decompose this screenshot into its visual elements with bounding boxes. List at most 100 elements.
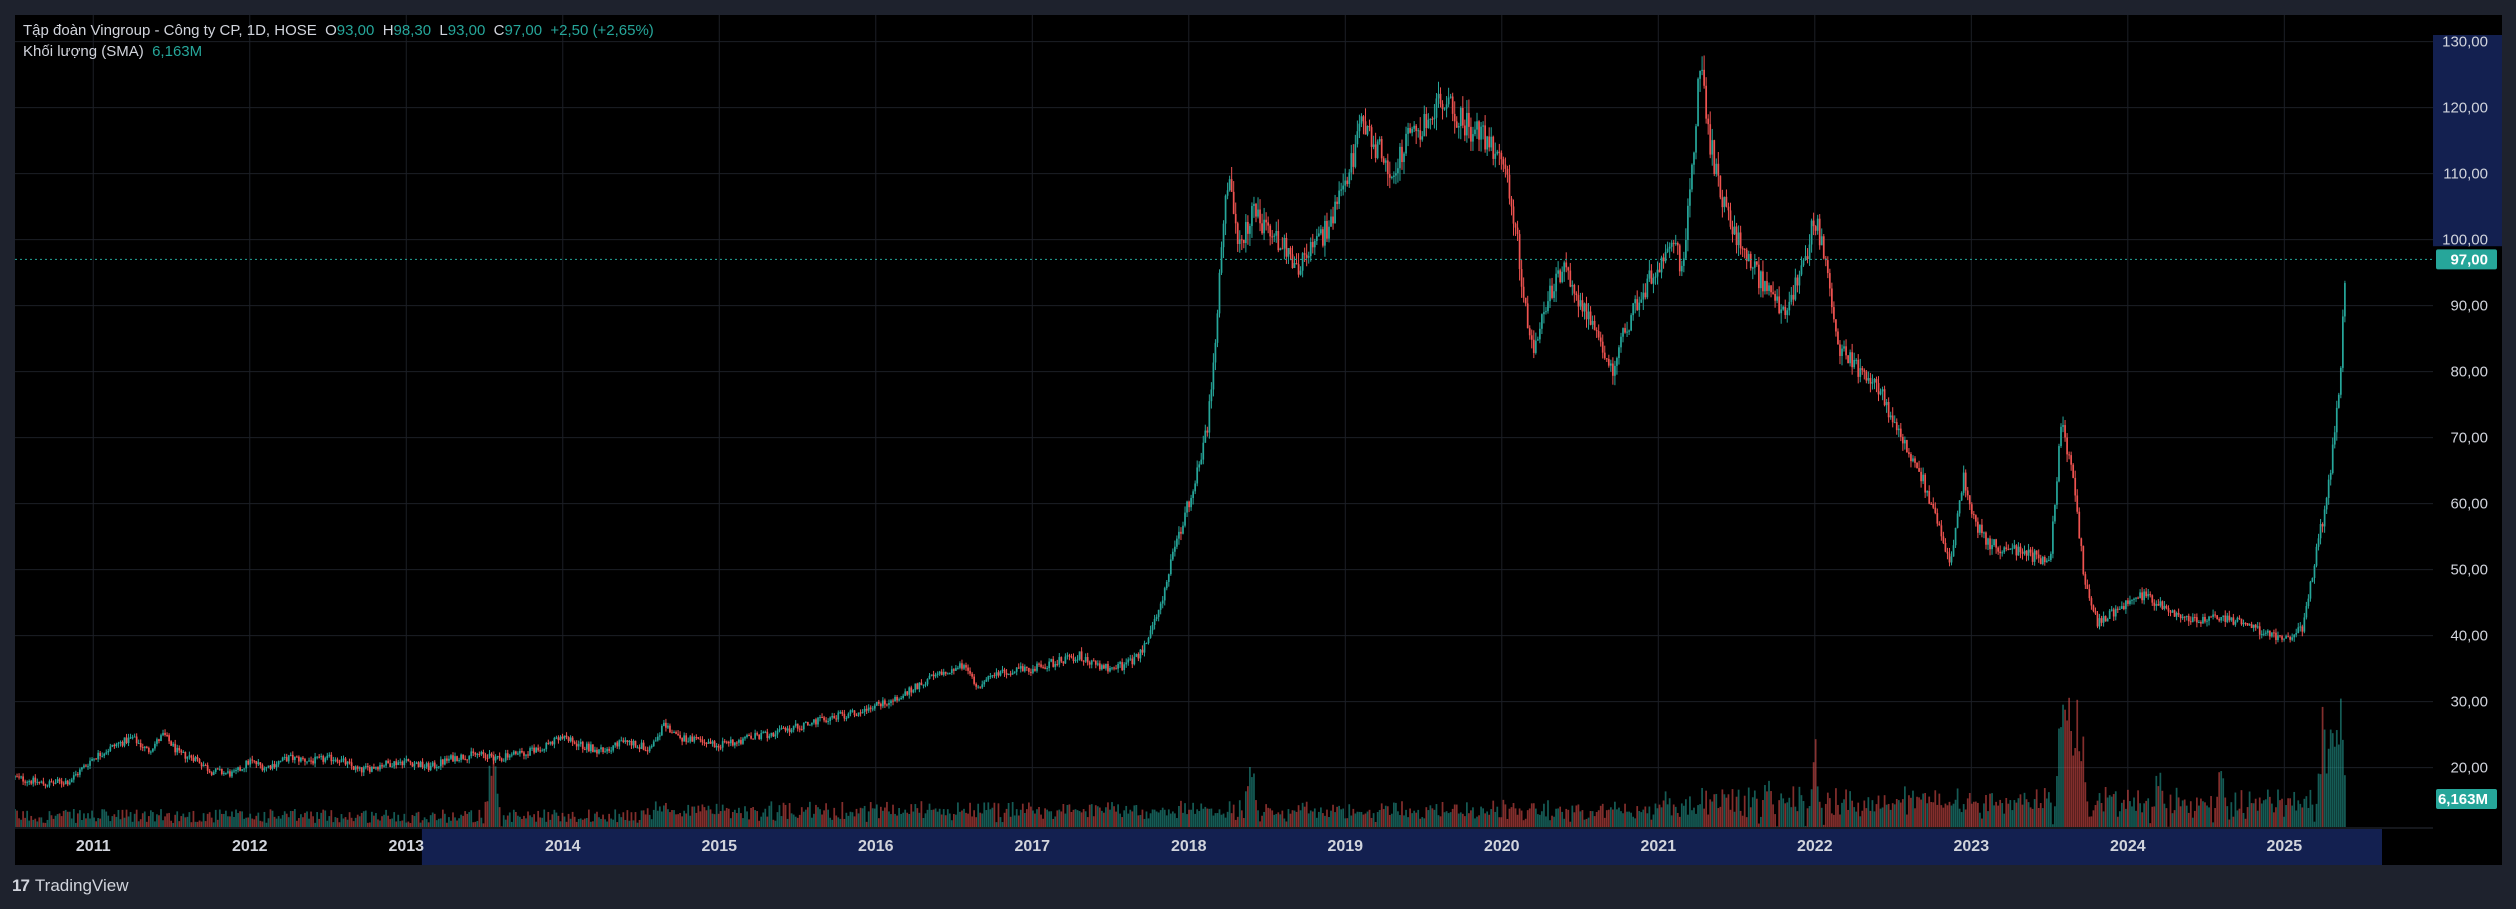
candle-body [780, 727, 783, 730]
price-chart[interactable]: 97,006,163M 20,0030,0040,0050,0060,0070,… [15, 15, 2502, 865]
volume-bar [1153, 809, 1156, 827]
time-tick-label: 2023 [1954, 838, 1990, 855]
volume-bar [1593, 816, 1596, 827]
candle-body [1912, 458, 1914, 462]
candle-body [752, 738, 754, 740]
candle-body [1397, 168, 1399, 174]
candle-body [1897, 428, 1900, 431]
volume-bar [1155, 811, 1158, 827]
volume-bar [54, 815, 57, 827]
volume-bar [2005, 797, 2008, 827]
volume-bar [579, 818, 582, 827]
volume-bar [2021, 804, 2024, 827]
volume-bar [1370, 817, 1373, 827]
volume-bar [1019, 809, 1022, 827]
candle-body [2029, 549, 2032, 553]
volume-bar [940, 814, 943, 827]
candle-body [1504, 164, 1507, 169]
candle-body [784, 727, 787, 731]
volume-bar [1253, 773, 1255, 827]
volume-bar [1871, 800, 1874, 827]
volume-bar [1794, 806, 1797, 827]
volume-bar [1788, 797, 1791, 827]
candle-body [1906, 440, 1908, 453]
chart-panel[interactable]: 97,00 6,163M 20,00 30,00 40,00 50,00 60,00 70,… [15, 15, 2502, 865]
candle-body [1855, 359, 1858, 361]
volume-bar [1656, 808, 1659, 827]
candle-body [456, 756, 458, 761]
volume-bar [1549, 820, 1551, 827]
candle-body [667, 725, 669, 728]
volume-bar [1770, 791, 1772, 827]
volume-bar [1028, 802, 1030, 827]
price-tick-label: 30,00 [2450, 694, 2488, 711]
volume-bar [1178, 805, 1180, 827]
volume-bar [817, 807, 819, 827]
candle-body [1378, 139, 1381, 142]
volume-bar [756, 811, 759, 827]
candle-body [405, 759, 408, 761]
candle-body [1109, 668, 1111, 672]
volume-bar [1889, 809, 1892, 827]
volume-bar [48, 811, 51, 827]
volume-bar [697, 805, 700, 827]
candle-body [1735, 226, 1738, 246]
volume-bar [2333, 746, 2336, 827]
volume-bar [198, 820, 201, 827]
volume-bar [145, 821, 148, 827]
volume-bar [563, 816, 566, 827]
time-axis[interactable]: 2011 2012 2013 2014 2015 2016 2017 2018 2019 2020… [76, 838, 2302, 855]
volume-bar [371, 811, 373, 827]
candle-body [2052, 521, 2054, 554]
candle-body [1117, 663, 1119, 669]
candle-body [423, 766, 426, 768]
candle-body [1210, 389, 1213, 402]
candle-body [1303, 253, 1306, 255]
candle-body [480, 751, 483, 755]
volume-bar [125, 809, 128, 827]
candle-body [273, 763, 276, 768]
candle-body [1654, 276, 1657, 278]
candle-body [736, 742, 738, 744]
volume-bar [1972, 801, 1975, 827]
volume-bar [1532, 803, 1535, 827]
candle-body [330, 754, 333, 762]
volume-bar [1906, 814, 1908, 827]
volume-bar [500, 826, 503, 827]
volume-bar [488, 765, 491, 827]
volume-bar [622, 812, 625, 827]
candle-body [2039, 558, 2042, 565]
candle-body [1800, 265, 1803, 275]
candle-body [598, 749, 600, 754]
volume-bar [573, 816, 576, 827]
candle-body [1111, 667, 1113, 669]
candle-body [2058, 446, 2060, 482]
volume-bar [1685, 799, 1687, 827]
volume-bar [439, 818, 442, 827]
candle-body [928, 675, 931, 679]
candle-body [2090, 598, 2093, 606]
candle-body [1571, 284, 1574, 287]
volume-bar [924, 813, 927, 827]
volume-bar [1384, 805, 1387, 827]
volume-bar [1658, 804, 1661, 827]
volume-bar [46, 819, 49, 827]
candle-body [1123, 664, 1126, 671]
volume-bar [1662, 800, 1665, 827]
volume-bar [521, 818, 523, 827]
candle-body [271, 763, 274, 769]
candle-body [413, 763, 416, 767]
tradingview-brand[interactable]: 17 TradingView [12, 876, 128, 896]
candle-body [352, 766, 355, 770]
candle-body [549, 741, 552, 744]
volume-bar [1579, 811, 1582, 827]
candle-body [1510, 198, 1513, 207]
volume-bar [16, 810, 18, 827]
candle-body [1614, 365, 1616, 376]
volume-bar [2100, 803, 2103, 827]
volume-bar [2297, 800, 2300, 827]
candle-body [2141, 592, 2143, 601]
volume-bar [1131, 811, 1134, 827]
candle-body [1224, 195, 1227, 224]
volume-bar [1719, 806, 1722, 827]
